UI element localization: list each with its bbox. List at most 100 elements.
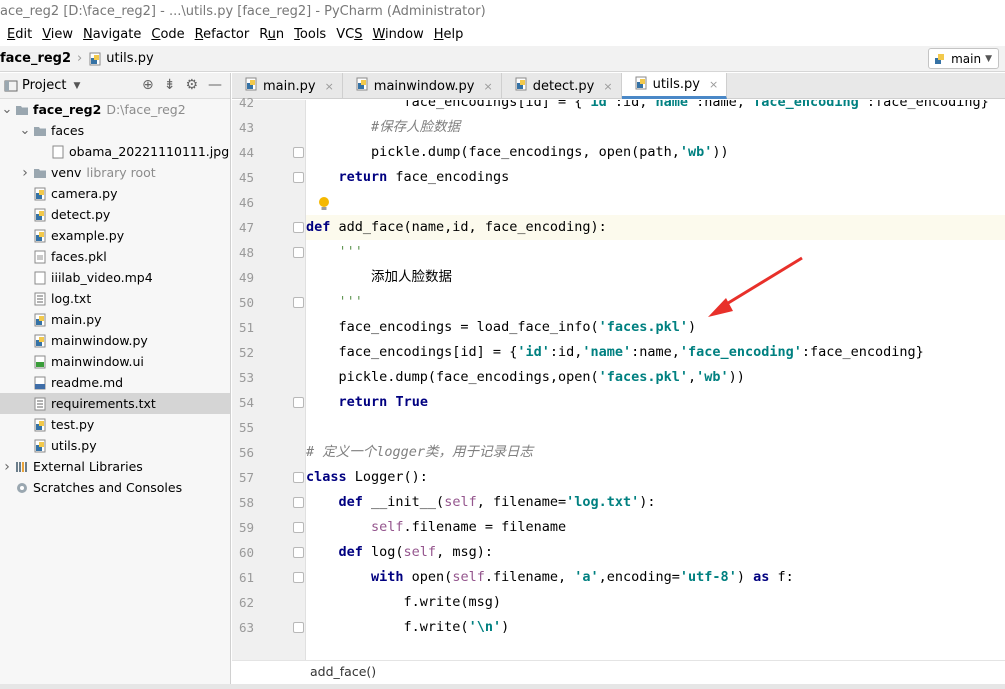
- breadcrumb-function[interactable]: add_face(): [310, 664, 376, 679]
- editor-breadcrumb[interactable]: add_face(): [232, 660, 1005, 684]
- code-line[interactable]: return True: [306, 390, 1005, 415]
- code-line[interactable]: with open(self.filename, 'a',encoding='u…: [306, 565, 1005, 590]
- run-configuration-dropdown[interactable]: main ▼: [928, 48, 999, 69]
- code-line[interactable]: # 定义一个logger类，用于记录日志: [306, 440, 1005, 465]
- code-line[interactable]: return face_encodings: [306, 165, 1005, 190]
- menu-view[interactable]: View: [37, 24, 78, 46]
- intention-bulb-icon[interactable]: [318, 196, 330, 212]
- fold-marker-icon[interactable]: [293, 397, 304, 408]
- close-icon[interactable]: ×: [325, 80, 334, 93]
- code-line[interactable]: [306, 415, 1005, 440]
- code-line[interactable]: def log(self, msg):: [306, 540, 1005, 565]
- code-line[interactable]: 添加人脸数据: [306, 265, 1005, 290]
- tree-item[interactable]: test.py: [0, 414, 230, 435]
- line-number: 48: [238, 245, 254, 260]
- code-line[interactable]: f.write(msg): [306, 590, 1005, 615]
- tab-label: detect.py: [532, 78, 595, 94]
- tree-item-label: obama_20221110111.jpg: [69, 144, 230, 159]
- tab-label: mainwindow.py: [373, 78, 475, 94]
- tree-item[interactable]: log.txt: [0, 288, 230, 309]
- collapse-all-icon[interactable]: ⇟: [164, 77, 176, 93]
- chevron-right-icon[interactable]: ›: [0, 459, 14, 475]
- tree-item-label: detect.py: [51, 207, 111, 222]
- tree-item[interactable]: obama_20221110111.jpg: [0, 141, 230, 162]
- tree-item[interactable]: readme.md: [0, 372, 230, 393]
- code-line[interactable]: self.filename = filename: [306, 515, 1005, 540]
- tree-folder[interactable]: ⌄ faces: [0, 120, 230, 141]
- folder-icon: [14, 102, 30, 118]
- fold-marker-icon[interactable]: [293, 222, 304, 233]
- menu-tools[interactable]: Tools: [289, 24, 331, 46]
- nav-crumb-project[interactable]: face_reg2: [0, 51, 71, 66]
- code-line[interactable]: def __init__(self, filename='log.txt'):: [306, 490, 1005, 515]
- fold-marker-icon[interactable]: [293, 297, 304, 308]
- code-line[interactable]: #保存人脸数据: [306, 115, 1005, 140]
- code-line[interactable]: face_encodings[id] = {'id':id,'name':nam…: [306, 340, 1005, 365]
- tree-item-label: readme.md: [51, 375, 124, 390]
- code-line[interactable]: ''': [306, 240, 1005, 265]
- tab-utils-py[interactable]: utils.py ×: [621, 73, 728, 99]
- fold-marker-icon[interactable]: [293, 572, 304, 583]
- tree-item[interactable]: faces.pkl: [0, 246, 230, 267]
- menu-help[interactable]: Help: [429, 24, 469, 46]
- fold-marker-icon[interactable]: [293, 147, 304, 158]
- code-line[interactable]: [306, 190, 1005, 215]
- chevron-down-icon[interactable]: ⌄: [18, 124, 32, 137]
- tree-item[interactable]: › External Libraries: [0, 456, 230, 477]
- chevron-down-icon[interactable]: ⌄: [0, 103, 14, 116]
- tree-item[interactable]: Scratches and Consoles: [0, 477, 230, 498]
- menu-run[interactable]: Run: [254, 24, 289, 46]
- code-line[interactable]: ''': [306, 290, 1005, 315]
- line-number: 42: [238, 95, 254, 110]
- fold-marker-icon[interactable]: [293, 622, 304, 633]
- code-line[interactable]: face_encodings[id] = {'id':id,'name':nam…: [306, 100, 1005, 115]
- chevron-down-icon[interactable]: ▼: [73, 81, 80, 91]
- locate-file-icon[interactable]: ⊕: [142, 77, 154, 93]
- code-line[interactable]: pickle.dump(face_encodings, open(path,'w…: [306, 140, 1005, 165]
- chevron-right-icon[interactable]: ›: [18, 165, 32, 181]
- tree-item[interactable]: main.py: [0, 309, 230, 330]
- fold-marker-icon[interactable]: [293, 522, 304, 533]
- code-line[interactable]: face_encodings = load_face_info('faces.p…: [306, 315, 1005, 340]
- line-number: 62: [238, 595, 254, 610]
- tree-item[interactable]: camera.py: [0, 183, 230, 204]
- nav-crumb-file[interactable]: utils.py: [88, 51, 154, 66]
- tree-item-label: External Libraries: [33, 459, 143, 474]
- menu-code[interactable]: Code: [146, 24, 189, 46]
- close-icon[interactable]: ×: [483, 80, 492, 93]
- fold-marker-icon[interactable]: [293, 547, 304, 558]
- close-icon[interactable]: ×: [603, 80, 612, 93]
- tree-item[interactable]: utils.py: [0, 435, 230, 456]
- tab-mainwindow-py[interactable]: mainwindow.py ×: [343, 73, 502, 99]
- fold-marker-icon[interactable]: [293, 497, 304, 508]
- gear-icon[interactable]: ⚙: [185, 77, 198, 93]
- tree-item[interactable]: detect.py: [0, 204, 230, 225]
- code-editor[interactable]: face_encodings[id] = {'id':id,'name':nam…: [306, 100, 1005, 660]
- tree-item[interactable]: mainwindow.ui: [0, 351, 230, 372]
- code-line[interactable]: pickle.dump(face_encodings,open('faces.p…: [306, 365, 1005, 390]
- tree-folder[interactable]: ⌄ face_reg2 D:\face_reg2: [0, 99, 230, 120]
- tree-item[interactable]: requirements.txt: [0, 393, 230, 414]
- menu-refactor[interactable]: Refactor: [190, 24, 255, 46]
- code-line[interactable]: def add_face(name,id, face_encoding):: [306, 215, 1005, 240]
- fold-marker-icon[interactable]: [293, 472, 304, 483]
- tree-item[interactable]: example.py: [0, 225, 230, 246]
- tab-detect-py[interactable]: detect.py ×: [502, 73, 622, 99]
- tree-folder[interactable]: › venv library root: [0, 162, 230, 183]
- menu-edit[interactable]: Edit: [2, 24, 37, 46]
- menu-window[interactable]: Window: [367, 24, 428, 46]
- fold-marker-icon[interactable]: [293, 172, 304, 183]
- code-line[interactable]: f.write('\n'): [306, 615, 1005, 640]
- menu-navigate[interactable]: Navigate: [78, 24, 146, 46]
- tree-item[interactable]: iiilab_video.mp4: [0, 267, 230, 288]
- project-panel-title[interactable]: Project: [22, 78, 66, 93]
- fold-marker-icon[interactable]: [293, 247, 304, 258]
- tree-item[interactable]: mainwindow.py: [0, 330, 230, 351]
- code-line[interactable]: class Logger():: [306, 465, 1005, 490]
- close-icon[interactable]: ×: [709, 78, 718, 91]
- hide-panel-icon[interactable]: —: [208, 77, 222, 93]
- menu-vcs[interactable]: VCS: [331, 24, 367, 46]
- tree-item-label: example.py: [51, 228, 125, 243]
- python-file-icon: [32, 312, 48, 328]
- nav-crumb-file-label: utils.py: [106, 51, 154, 66]
